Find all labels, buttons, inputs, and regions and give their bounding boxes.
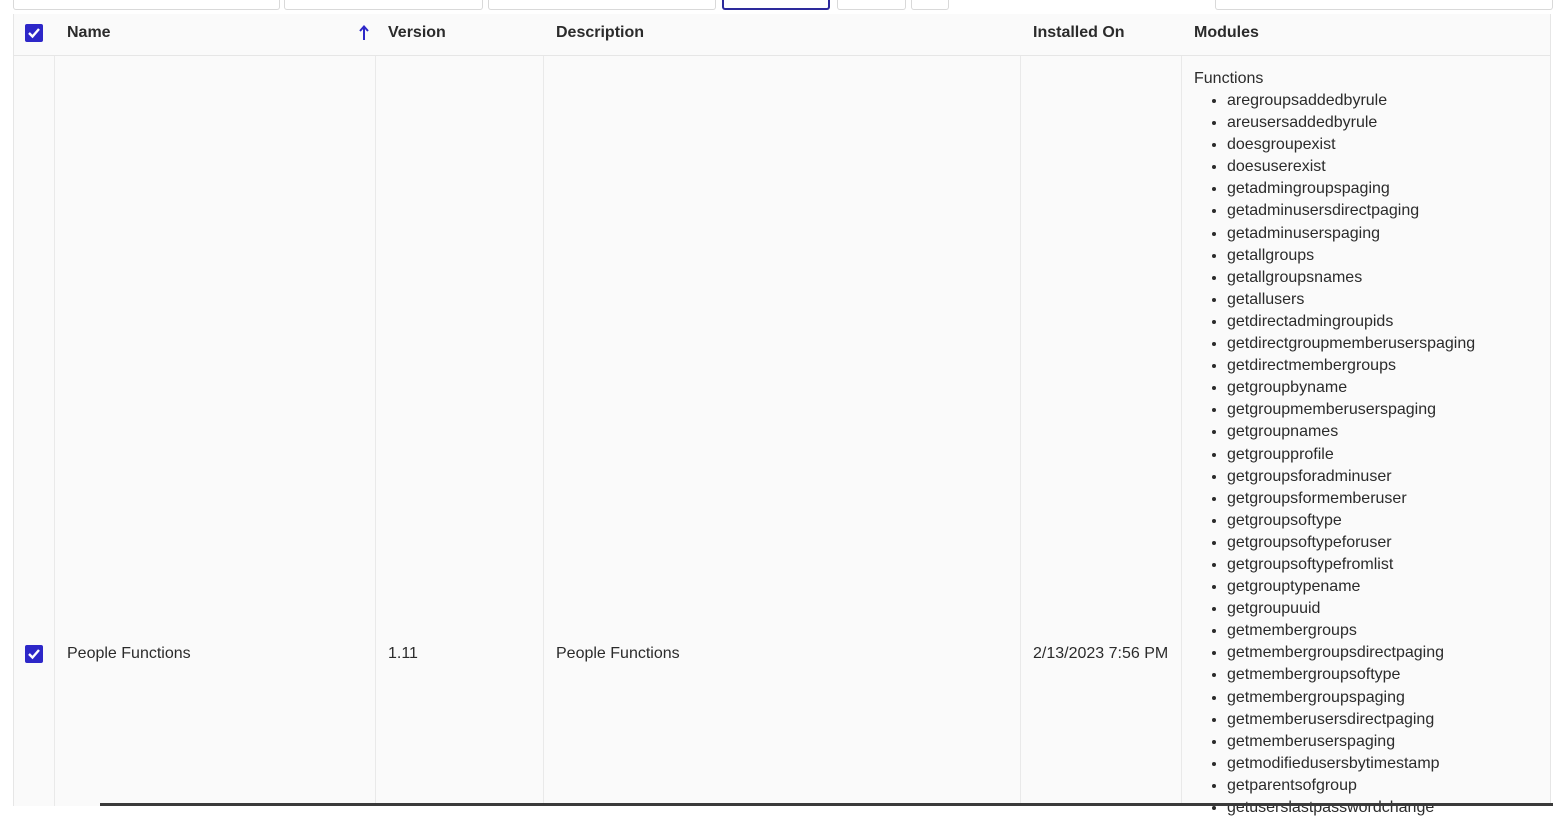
module-list-item: getallusers: [1227, 289, 1475, 311]
column-divider: [375, 14, 376, 806]
checkmark-icon: [28, 649, 40, 660]
toolbar: [0, 0, 1553, 14]
module-list-item: getgroupmemberuserspaging: [1227, 399, 1475, 421]
module-list-item: getmembergroupspaging: [1227, 687, 1475, 709]
column-divider: [543, 14, 544, 806]
column-header-modules[interactable]: Modules: [1194, 14, 1259, 55]
module-list-item: getgroupprofile: [1227, 444, 1475, 466]
module-list-item: getuserslastpasswordchange: [1227, 797, 1475, 819]
module-list-item: getgroupsoftypefromlist: [1227, 554, 1475, 576]
column-header-name[interactable]: Name: [67, 14, 111, 55]
module-list-item: getmembergroups: [1227, 620, 1475, 642]
module-list-item: areusersaddedbyrule: [1227, 112, 1475, 134]
module-list-item: getmemberuserspaging: [1227, 731, 1475, 753]
modules-list: aregroupsaddedbyruleareusersaddedbyruled…: [1194, 90, 1475, 819]
module-list-item: getmembergroupsoftype: [1227, 664, 1475, 686]
filter-input-installed-on[interactable]: [722, 0, 830, 10]
module-list-item: getgroupnames: [1227, 421, 1475, 443]
module-list-item: getgrouptypename: [1227, 576, 1475, 598]
row-modules: Functions aregroupsaddedbyruleareusersad…: [1194, 68, 1475, 819]
module-list-item: getmemberusersdirectpaging: [1227, 709, 1475, 731]
arrow-up-icon[interactable]: [359, 25, 369, 41]
search-input[interactable]: [1215, 0, 1553, 10]
modules-title: Functions: [1194, 70, 1264, 87]
module-list-item: aregroupsaddedbyrule: [1227, 90, 1475, 112]
module-list-item: getmembergroupsdirectpaging: [1227, 642, 1475, 664]
module-list-item: getgroupsoftype: [1227, 510, 1475, 532]
filter-input-name[interactable]: [13, 0, 280, 10]
module-list-item: getdirectgroupmemberuserspaging: [1227, 333, 1475, 355]
module-list-item: doesgroupexist: [1227, 134, 1475, 156]
module-list-item: getadminusersdirectpaging: [1227, 200, 1475, 222]
column-header-installed-on[interactable]: Installed On: [1033, 14, 1125, 55]
module-list-item: getdirectmembergroups: [1227, 355, 1475, 377]
filter-input-description[interactable]: [488, 0, 716, 10]
column-divider: [1181, 14, 1182, 806]
module-list-item: getgroupuuid: [1227, 598, 1475, 620]
row-description: People Functions: [556, 645, 680, 662]
module-list-item: getallgroupsnames: [1227, 267, 1475, 289]
row-version: 1.11: [388, 645, 418, 662]
module-list-item: getallgroups: [1227, 245, 1475, 267]
module-list-item: getdirectadmingroupids: [1227, 311, 1475, 333]
table-header: Name Version Description Installed On Mo…: [14, 14, 1550, 56]
column-divider: [54, 14, 55, 806]
filter-input-version[interactable]: [284, 0, 483, 10]
module-list-item: getgroupbyname: [1227, 377, 1475, 399]
select-all-checkbox[interactable]: [25, 24, 43, 42]
checkmark-icon: [28, 28, 40, 39]
row-installed-on: 2/13/2023 7:56 PM: [1033, 645, 1169, 662]
column-header-version[interactable]: Version: [388, 14, 446, 55]
row-name: People Functions: [67, 645, 191, 662]
module-list-item: getmodifiedusersbytimestamp: [1227, 753, 1475, 775]
module-list-item: getgroupsoftypeforuser: [1227, 532, 1475, 554]
module-list-item: getparentsofgroup: [1227, 775, 1475, 797]
toolbar-button-1[interactable]: [837, 0, 906, 10]
column-header-description[interactable]: Description: [556, 14, 644, 55]
toolbar-button-2[interactable]: [911, 0, 949, 10]
column-divider: [1020, 14, 1021, 806]
module-list-item: getadmingroupspaging: [1227, 178, 1475, 200]
module-list-item: getgroupsformemberuser: [1227, 488, 1475, 510]
module-list-item: getadminuserspaging: [1227, 223, 1475, 245]
packages-table: Name Version Description Installed On Mo…: [13, 14, 1551, 816]
module-list-item: doesuserexist: [1227, 156, 1475, 178]
module-list-item: getgroupsforadminuser: [1227, 466, 1475, 488]
row-checkbox[interactable]: [25, 645, 43, 663]
